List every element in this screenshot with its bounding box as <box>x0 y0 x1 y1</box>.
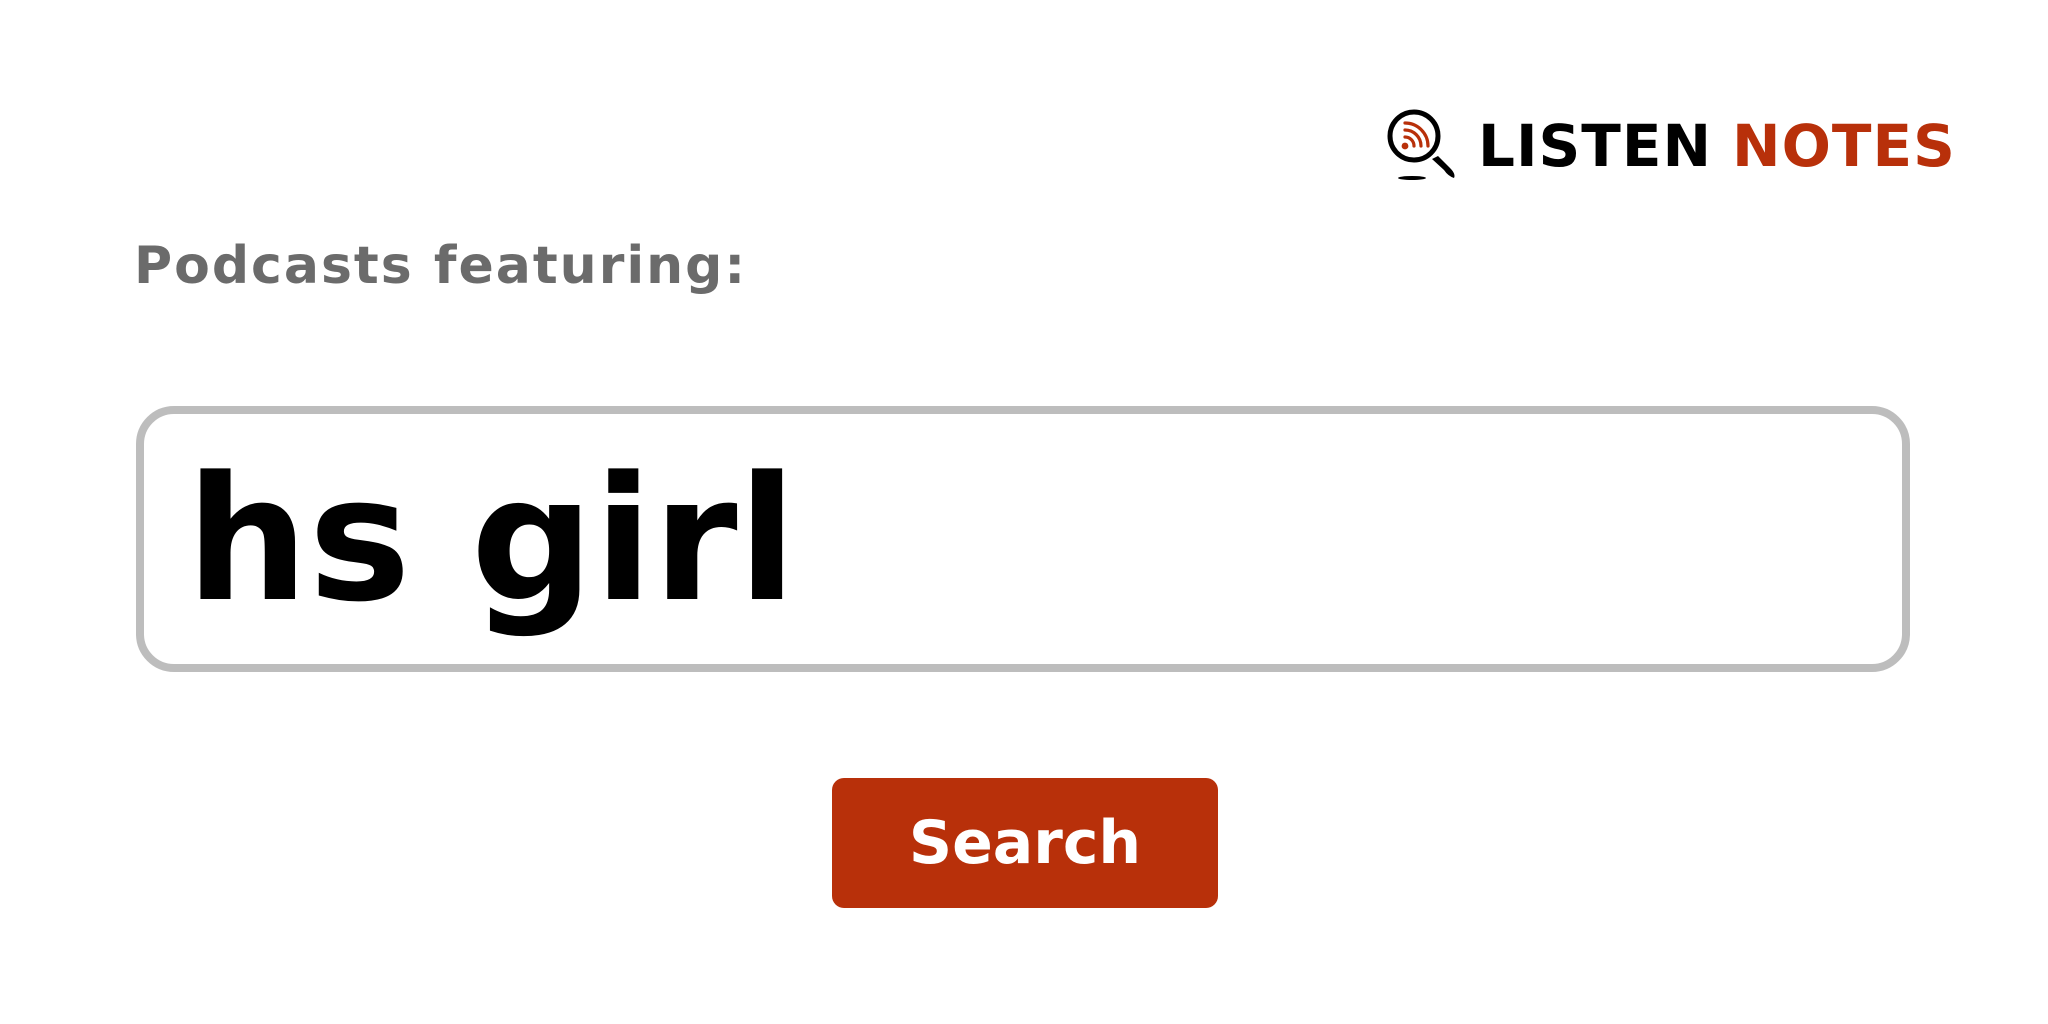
search-box[interactable] <box>136 406 1910 672</box>
search-button[interactable]: Search <box>832 778 1218 908</box>
brand-wordmark: LISTEN NOTES <box>1478 117 1956 175</box>
search-input[interactable] <box>186 438 1902 640</box>
brand-word-notes: NOTES <box>1732 112 1956 180</box>
brand-word-listen: LISTEN <box>1478 112 1713 180</box>
brand-logo[interactable]: LISTEN NOTES <box>1384 106 1956 186</box>
magnifier-podcast-icon <box>1387 109 1455 180</box>
page-heading: Podcasts featuring: <box>134 236 748 296</box>
